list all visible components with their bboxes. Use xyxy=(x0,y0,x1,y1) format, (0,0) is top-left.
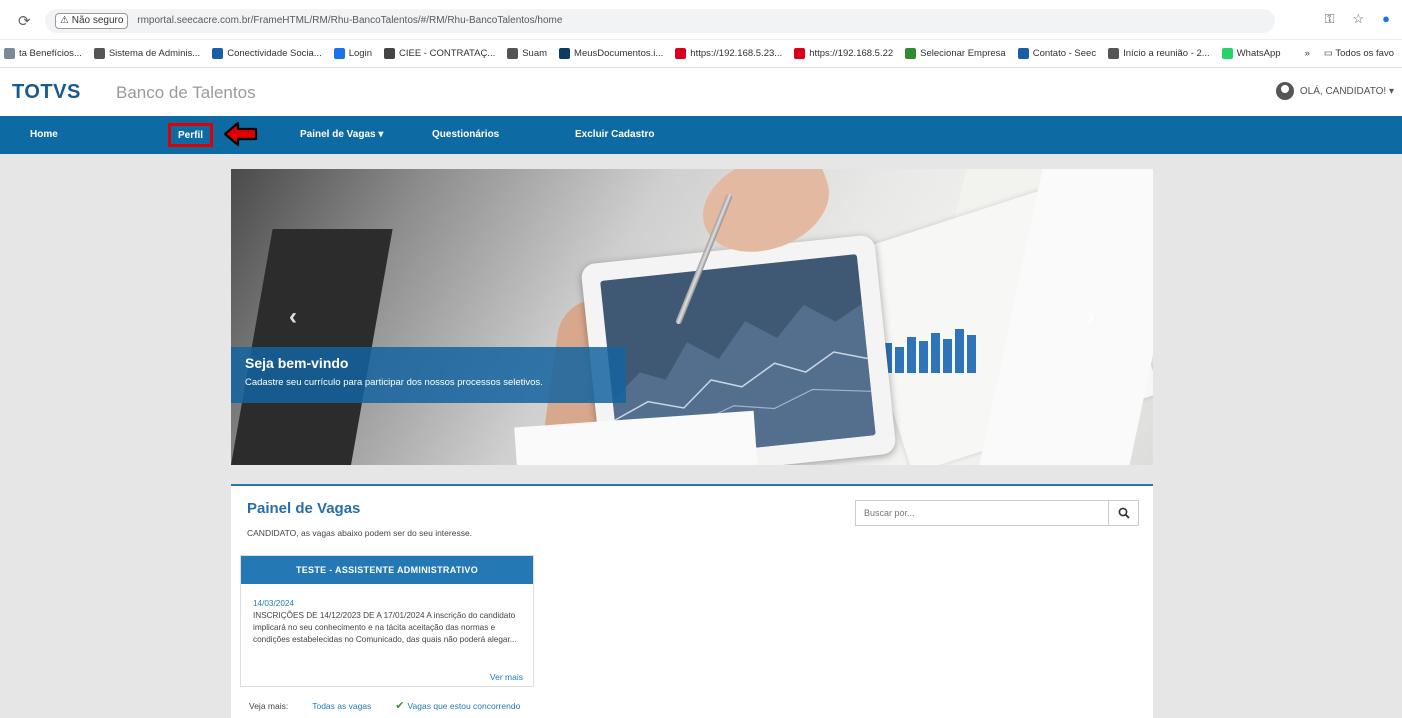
carousel-next-icon[interactable]: › xyxy=(1087,303,1095,331)
all-bookmarks-label: Todos os favo xyxy=(1335,48,1394,59)
chevron-right-icon[interactable]: » xyxy=(1305,48,1310,59)
bookmark-label: Conectividade Socia... xyxy=(227,48,322,59)
key-icon[interactable]: ⚿ xyxy=(1325,11,1335,27)
bookmarks-overflow: » ▭ Todos os favo xyxy=(1305,48,1402,59)
bookmark-label: Selecionar Empresa xyxy=(920,48,1006,59)
bookmark-label: ta Benefícios... xyxy=(19,48,82,59)
bookmark-label: WhatsApp xyxy=(1236,48,1281,59)
app-title: Banco de Talentos xyxy=(116,83,256,102)
job-card-title[interactable]: TESTE - ASSISTENTE ADMINISTRATIVO xyxy=(241,556,533,584)
job-card-description: INSCRIÇÕES DE 14/12/2023 DE A 17/01/2024… xyxy=(253,611,517,644)
bookmark-item[interactable]: Suam xyxy=(507,48,547,59)
app-header: TOTVS Banco de Talentos OLÁ, CANDIDATO! … xyxy=(0,68,1402,116)
bookmark-favicon-icon xyxy=(212,48,224,59)
bookmark-item[interactable]: Login xyxy=(333,48,372,59)
nav-painel-de-vagas[interactable]: Painel de Vagas ▾ xyxy=(300,116,383,154)
welcome-carousel[interactable]: Seja bem-vindo Cadastre seu currículo pa… xyxy=(231,169,1153,465)
all-bookmarks-button[interactable]: ▭ Todos os favo xyxy=(1324,48,1394,59)
search-icon xyxy=(1118,507,1130,519)
url-text: rmportal.seecacre.com.br/FrameHTML/RM/Rh… xyxy=(137,15,563,26)
bookmark-favicon-icon xyxy=(794,48,806,59)
browser-address-bar: ⟳ ⚠ Não seguro rmportal.seecacre.com.br/… xyxy=(0,0,1402,40)
not-secure-badge[interactable]: ⚠ Não seguro xyxy=(55,13,129,29)
bookmark-favicon-icon xyxy=(383,48,395,59)
bookmark-label: Suam xyxy=(522,48,548,59)
bookmark-item[interactable]: Contato - Seec xyxy=(1017,48,1097,59)
search-button[interactable] xyxy=(1108,501,1138,525)
user-greeting: OLÁ, CANDIDATO! ▾ xyxy=(1299,85,1394,97)
red-arrow-annotation-icon xyxy=(224,121,258,147)
job-card-date: 14/03/2024 xyxy=(253,599,294,608)
bookmark-item[interactable]: https://192.168.5.22 xyxy=(794,48,893,59)
bookmark-label: Início a reunião - 2... xyxy=(1123,48,1210,59)
totvs-logo[interactable]: TOTVS xyxy=(12,81,81,104)
bookmark-item[interactable]: Início a reunião - 2... xyxy=(1108,48,1210,59)
bookmark-item[interactable]: ta Benefícios... xyxy=(4,48,82,59)
carousel-text: Cadastre seu currículo para participar d… xyxy=(245,377,543,388)
bookmark-favicon-icon xyxy=(1108,48,1120,59)
nav-excluir-cadastro[interactable]: Excluir Cadastro xyxy=(575,116,654,154)
bookmark-favicon-icon xyxy=(675,48,687,59)
bookmark-favicon-icon xyxy=(1017,48,1029,59)
bookmark-item[interactable]: https://192.168.5.23... xyxy=(675,48,782,59)
panel-footer: Veja mais: Todas as vagas ✔ Vagas que est… xyxy=(249,699,520,712)
profile-icon[interactable]: ● xyxy=(1382,11,1390,27)
search-box xyxy=(855,500,1139,526)
user-avatar-icon xyxy=(1275,82,1294,100)
bookmark-item[interactable]: Conectividade Socia... xyxy=(212,48,322,59)
bookmark-favicon-icon xyxy=(507,48,519,59)
carousel-heading: Seja bem-vindo xyxy=(245,355,349,371)
bookmark-label: Sistema de Adminis... xyxy=(108,48,201,59)
bookmark-item[interactable]: Selecionar Empresa xyxy=(905,48,1006,59)
job-card[interactable]: TESTE - ASSISTENTE ADMINISTRATIVO 14/03/… xyxy=(240,555,534,687)
bookmark-favicon-icon xyxy=(905,48,917,59)
bookmark-favicon-icon xyxy=(333,48,345,59)
bookmark-favicon-icon xyxy=(93,48,105,59)
search-input[interactable] xyxy=(856,501,1108,525)
browser-actions: ⚿ ☆ ● xyxy=(1325,11,1390,27)
reload-icon[interactable]: ⟳ xyxy=(18,12,31,30)
bookmark-item[interactable]: Sistema de Adminis... xyxy=(93,48,201,59)
bookmark-item[interactable]: WhatsApp xyxy=(1221,48,1281,59)
bookmark-star-icon[interactable]: ☆ xyxy=(1352,11,1364,27)
bookmark-item[interactable]: MeusDocumentos.i... xyxy=(559,48,663,59)
bookmark-label: https://192.168.5.22 xyxy=(809,48,894,59)
vagas-panel: Painel de Vagas CANDIDATO, as vagas abai… xyxy=(231,484,1153,718)
nav-perfil[interactable]: Perfil xyxy=(168,123,214,147)
todas-vagas-link[interactable]: Todas as vagas xyxy=(312,701,371,711)
veja-mais-label: Veja mais: xyxy=(249,700,289,711)
checkmark-icon: ✔ xyxy=(395,700,405,712)
job-card-body: 14/03/2024 INSCRIÇÕES DE 14/12/2023 DE A… xyxy=(241,584,533,646)
user-menu[interactable]: OLÁ, CANDIDATO! ▾ xyxy=(1275,82,1394,100)
bookmark-label: CIEE - CONTRATAÇ... xyxy=(398,48,496,59)
vagas-concorrendo-label: Vagas que estou concorrendo xyxy=(407,701,521,711)
vagas-concorrendo-link[interactable]: ✔ Vagas que estou concorrendo xyxy=(395,699,520,712)
panel-subtitle: CANDIDATO, as vagas abaixo podem ser do … xyxy=(247,528,473,538)
nav-home[interactable]: Home xyxy=(30,116,58,154)
url-field[interactable]: ⚠ Não seguro rmportal.seecacre.com.br/Fr… xyxy=(45,9,1275,33)
ver-mais-link[interactable]: Ver mais xyxy=(490,672,523,682)
carousel-prev-icon[interactable]: ‹ xyxy=(289,303,297,331)
panel-title: Painel de Vagas xyxy=(247,500,361,517)
carousel-caption: Seja bem-vindo Cadastre seu currículo pa… xyxy=(231,347,626,403)
bookmark-label: https://192.168.5.23... xyxy=(690,48,783,59)
bookmark-label: Login xyxy=(348,48,372,59)
not-secure-label: Não seguro xyxy=(71,15,124,26)
nav-questionarios[interactable]: Questionários xyxy=(432,116,499,154)
bookmark-favicon-icon xyxy=(4,48,15,59)
bookmarks-bar: ta Benefícios... Sistema de Adminis... Con… xyxy=(0,40,1402,68)
bookmark-label: Contato - Seec xyxy=(1032,48,1097,59)
bookmark-label: MeusDocumentos.i... xyxy=(574,48,664,59)
bookmark-favicon-icon xyxy=(1221,48,1233,59)
main-navbar: Home Perfil Painel de Vagas ▾ Questionár… xyxy=(0,116,1402,154)
bookmark-favicon-icon xyxy=(559,48,571,59)
bookmark-item[interactable]: CIEE - CONTRATAÇ... xyxy=(383,48,496,59)
